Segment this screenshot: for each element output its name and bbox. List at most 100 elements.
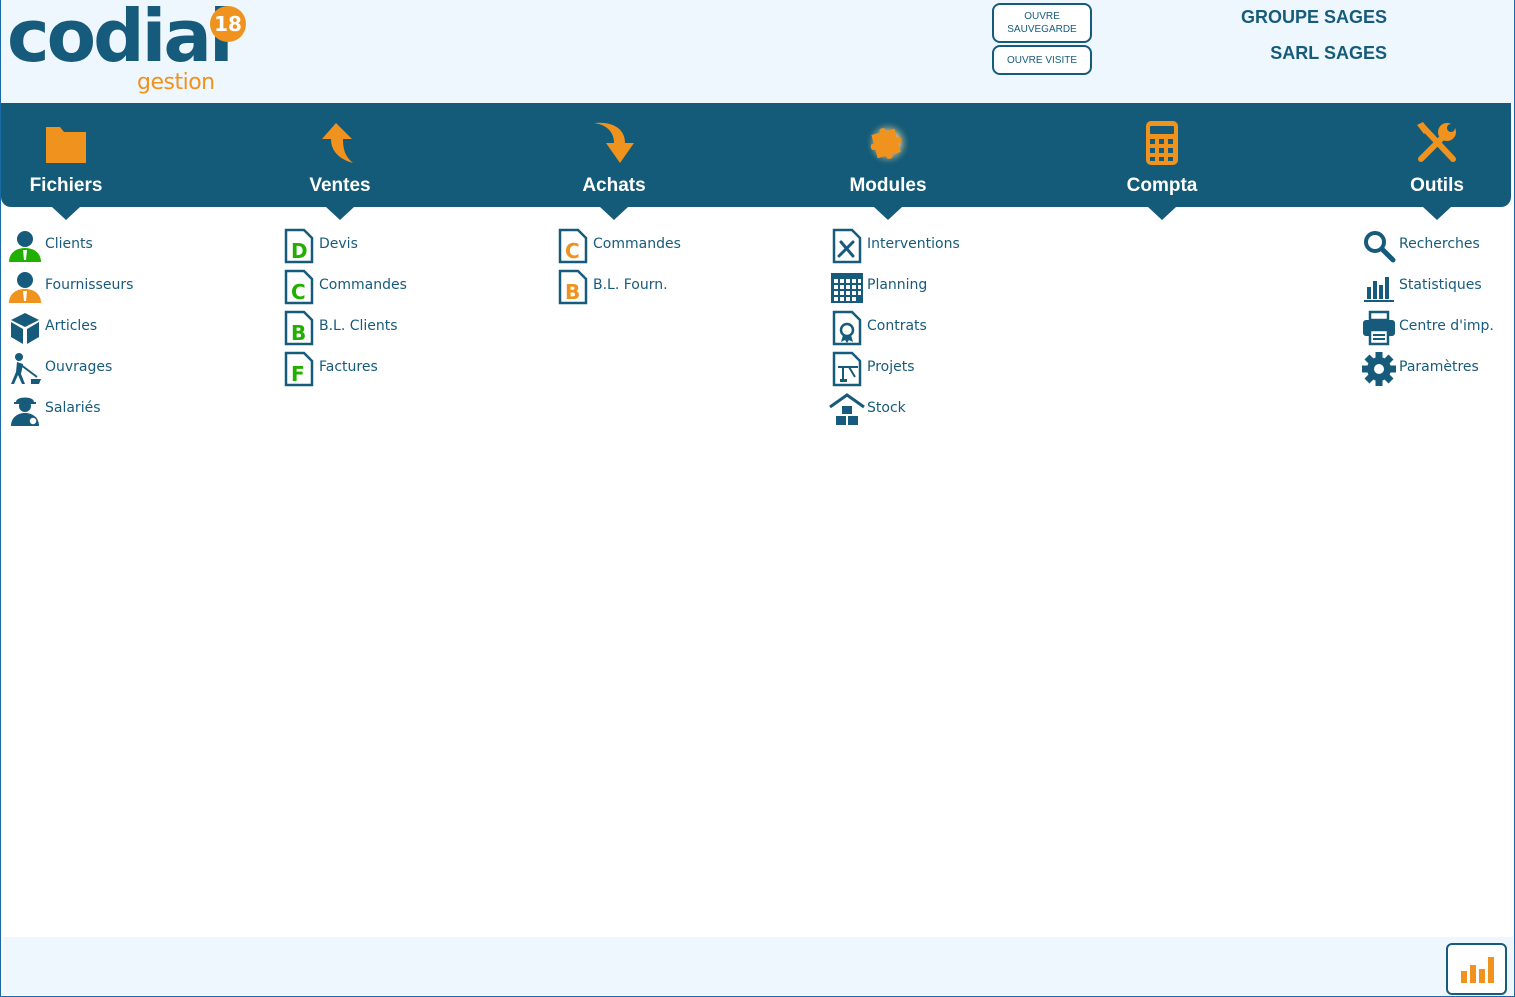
menu-item-commandes-ventes[interactable]: C Commandes [281, 267, 407, 308]
menu-item-projets[interactable]: Projets [829, 349, 960, 390]
arrow-down-icon [594, 122, 634, 163]
contract-icon [832, 310, 862, 346]
search-icon [1364, 231, 1396, 263]
statistics-icon [1364, 277, 1394, 302]
bar-chart-icon [1461, 957, 1494, 983]
menu-item-stock[interactable]: Stock [829, 390, 960, 431]
nav-compta[interactable]: Compta [1082, 103, 1242, 220]
menu-item-commandes-achats[interactable]: C Commandes [555, 226, 681, 267]
menu-label: Statistiques [1399, 277, 1482, 293]
nav-pointer [1423, 207, 1451, 220]
footer [3, 937, 1513, 995]
menu-label: B.L. Clients [319, 318, 398, 334]
nav-pointer [326, 207, 354, 220]
nav-pointer [874, 207, 902, 220]
nav-label-outils: Outils [1410, 175, 1464, 196]
document-b-icon: B [558, 269, 588, 305]
open-visit-label: OUVRE VISITE [1006, 54, 1077, 66]
dashboard-stats-button[interactable] [1446, 943, 1507, 995]
supplier-icon [9, 272, 41, 303]
box-icon [11, 313, 39, 344]
menu-label: Ouvrages [45, 359, 113, 375]
nav-ventes[interactable]: Ventes [260, 103, 420, 220]
header: codial gestion 18 OUVRE SAUVEGARDE OUVRE … [1, 0, 1513, 104]
menu-label: Stock [867, 400, 906, 416]
menu-item-parametres[interactable]: Paramètres [1361, 349, 1494, 390]
nav-label-modules: Modules [849, 175, 927, 196]
logo-wordmark: codial [7, 0, 234, 78]
menu-item-contrats[interactable]: Contrats [829, 308, 960, 349]
menu-item-bl-clients[interactable]: B B.L. Clients [281, 308, 407, 349]
menu-label: B.L. Fourn. [593, 277, 668, 293]
menu-label: Factures [319, 359, 378, 375]
nav-modules[interactable]: Modules [808, 103, 968, 220]
document-b-icon: B [284, 310, 314, 346]
open-backup-button[interactable]: OUVRE SAUVEGARDE [992, 3, 1092, 43]
logo-subtitle: gestion [137, 70, 215, 95]
menu-label: Commandes [319, 277, 407, 293]
nav-pointer [600, 207, 628, 220]
menu-item-statistiques[interactable]: Statistiques [1361, 267, 1494, 308]
menu-item-bl-fourn[interactable]: B B.L. Fourn. [555, 267, 681, 308]
company-name: SARL SAGES [1270, 43, 1387, 63]
main-nav: Fichiers Ventes Achats Modules Compta Ou… [0, 103, 1511, 220]
fichiers-menu: Clients Fournisseurs Articles Ouvrages S… [7, 226, 133, 431]
menu-item-recherches[interactable]: Recherches [1361, 226, 1494, 267]
calculator-icon [1146, 121, 1178, 165]
menu-item-fournisseurs[interactable]: Fournisseurs [7, 267, 133, 308]
nav-pointer [52, 207, 80, 220]
achats-menu: C Commandes B B.L. Fourn. [555, 226, 681, 308]
document-f-icon: F [284, 351, 314, 387]
menu-item-ouvrages[interactable]: Ouvrages [7, 349, 133, 390]
document-c-icon: C [558, 228, 588, 264]
modules-menu: Interventions Planning Contrats Projets [829, 226, 960, 431]
open-backup-label-1: OUVRE [1024, 11, 1060, 22]
nav-pointer [1148, 207, 1176, 220]
nav-label-compta: Compta [1126, 175, 1198, 196]
menu-label: Devis [319, 236, 358, 252]
doc-letter: B [291, 321, 306, 345]
menu-label: Planning [867, 277, 928, 293]
nav-label-ventes: Ventes [309, 175, 371, 196]
doc-letter: C [291, 280, 306, 304]
client-icon [9, 231, 41, 262]
document-d-icon: D [284, 228, 314, 264]
doc-letter: F [291, 362, 305, 386]
open-backup-label-2: SAUVEGARDE [1007, 24, 1077, 35]
folder-icon [46, 127, 86, 163]
nav-fichiers[interactable]: Fichiers [0, 103, 146, 220]
calendar-icon [831, 273, 863, 303]
menu-label: Projets [867, 359, 915, 375]
menu-label: Contrats [867, 318, 927, 334]
ventes-menu: D Devis C Commandes B B.L. Clients F Fac… [281, 226, 407, 390]
menu-label: Salariés [45, 400, 101, 416]
employee-icon [11, 397, 39, 426]
open-visit-button[interactable]: OUVRE VISITE [992, 45, 1092, 75]
menu-label: Fournisseurs [45, 277, 134, 293]
arrow-up-icon [322, 123, 353, 163]
document-c-icon: C [284, 269, 314, 305]
menu-label: Articles [45, 318, 98, 334]
menu-item-clients[interactable]: Clients [7, 226, 133, 267]
nav-outils[interactable]: Outils [1357, 103, 1515, 220]
nav-achats[interactable]: Achats [534, 103, 694, 220]
menu-item-devis[interactable]: D Devis [281, 226, 407, 267]
menu-label: Commandes [593, 236, 681, 252]
doc-letter: B [565, 280, 580, 304]
nav-label-achats: Achats [582, 175, 646, 196]
menu-item-salaries[interactable]: Salariés [7, 390, 133, 431]
menu-label: Clients [45, 236, 93, 252]
menu-label: Interventions [867, 236, 960, 252]
menu-item-centre-impression[interactable]: Centre d'imp. [1361, 308, 1494, 349]
menu-label: Centre d'imp. [1399, 318, 1494, 334]
worker-digging-icon [11, 353, 41, 384]
menu-item-interventions[interactable]: Interventions [829, 226, 960, 267]
menu-item-planning[interactable]: Planning [829, 267, 960, 308]
doc-letter: C [565, 239, 580, 263]
company-group: GROUPE SAGES [1240, 7, 1387, 27]
menu-item-articles[interactable]: Articles [7, 308, 133, 349]
menu-item-factures[interactable]: F Factures [281, 349, 407, 390]
gear-icon [1362, 352, 1396, 386]
nav-label-fichiers: Fichiers [29, 175, 103, 196]
puzzle-icon [865, 120, 911, 166]
